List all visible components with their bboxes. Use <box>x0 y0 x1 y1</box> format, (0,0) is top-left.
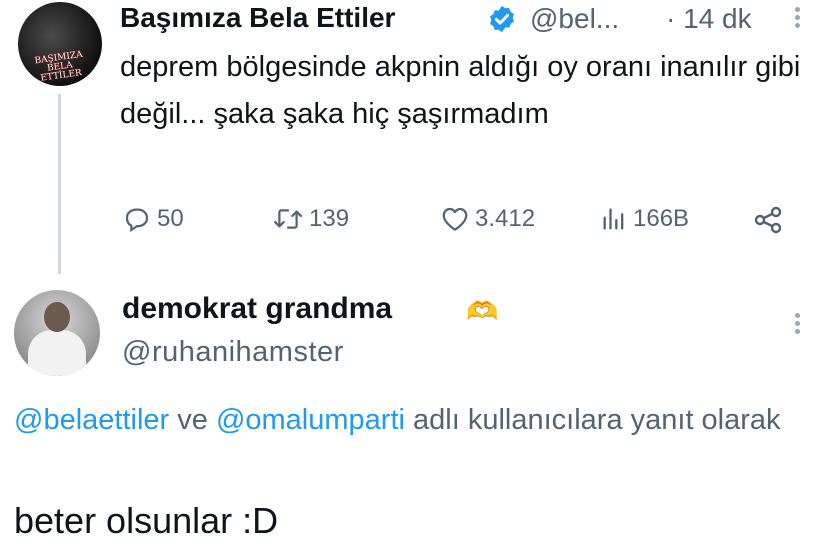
avatar[interactable]: BAŞIMIZA BELA ETTİLER <box>18 2 102 86</box>
reply-count: 50 <box>157 205 184 232</box>
replying-suffix: adlı kullanıcılara yanıt olarak <box>413 404 781 436</box>
like-icon <box>442 207 468 231</box>
views-count: 166B <box>633 205 690 232</box>
avatar-logo-text: BAŞIMIZA BELA ETTİLER <box>34 49 84 84</box>
replying-to: @belaettiler ve @omalumparti adlı kullan… <box>14 398 814 443</box>
like-button[interactable]: 3.412 <box>440 204 535 234</box>
reply-button[interactable]: 50 <box>122 204 184 234</box>
reply-text: beter olsunlar :D <box>14 500 279 541</box>
mention-link[interactable]: @belaettiler <box>14 404 169 436</box>
author-handle[interactable]: @bel... <box>530 3 619 35</box>
thread-line <box>58 94 61 274</box>
author-name[interactable]: Başımıza Bela Ettiler <box>120 2 395 34</box>
retweet-button[interactable]: 139 <box>272 204 349 234</box>
share-button[interactable] <box>752 204 784 236</box>
tweet-time[interactable]: · 14 dk <box>666 3 752 35</box>
verified-badge-icon <box>490 5 514 33</box>
like-count: 3.412 <box>475 205 536 232</box>
retweet-count: 139 <box>309 205 350 232</box>
reply-author-handle[interactable]: @ruhanihamster <box>122 336 344 369</box>
replying-connector: ve <box>177 404 208 436</box>
views-button[interactable]: 166B <box>600 204 689 234</box>
reply-icon <box>125 208 149 233</box>
tweet-text: deprem bölgesinde akpnin aldığı oy oranı… <box>120 51 801 130</box>
avatar[interactable] <box>14 290 100 376</box>
mention-link[interactable]: @omalumparti <box>216 404 405 436</box>
heart-hands-icon: 🫶 <box>466 296 499 326</box>
more-icon[interactable] <box>792 310 802 340</box>
share-icon <box>754 206 782 234</box>
more-icon[interactable] <box>792 4 802 34</box>
views-icon <box>603 208 624 230</box>
reply-author-name[interactable]: demokrat grandma <box>122 292 392 326</box>
retweet-icon <box>273 209 303 229</box>
